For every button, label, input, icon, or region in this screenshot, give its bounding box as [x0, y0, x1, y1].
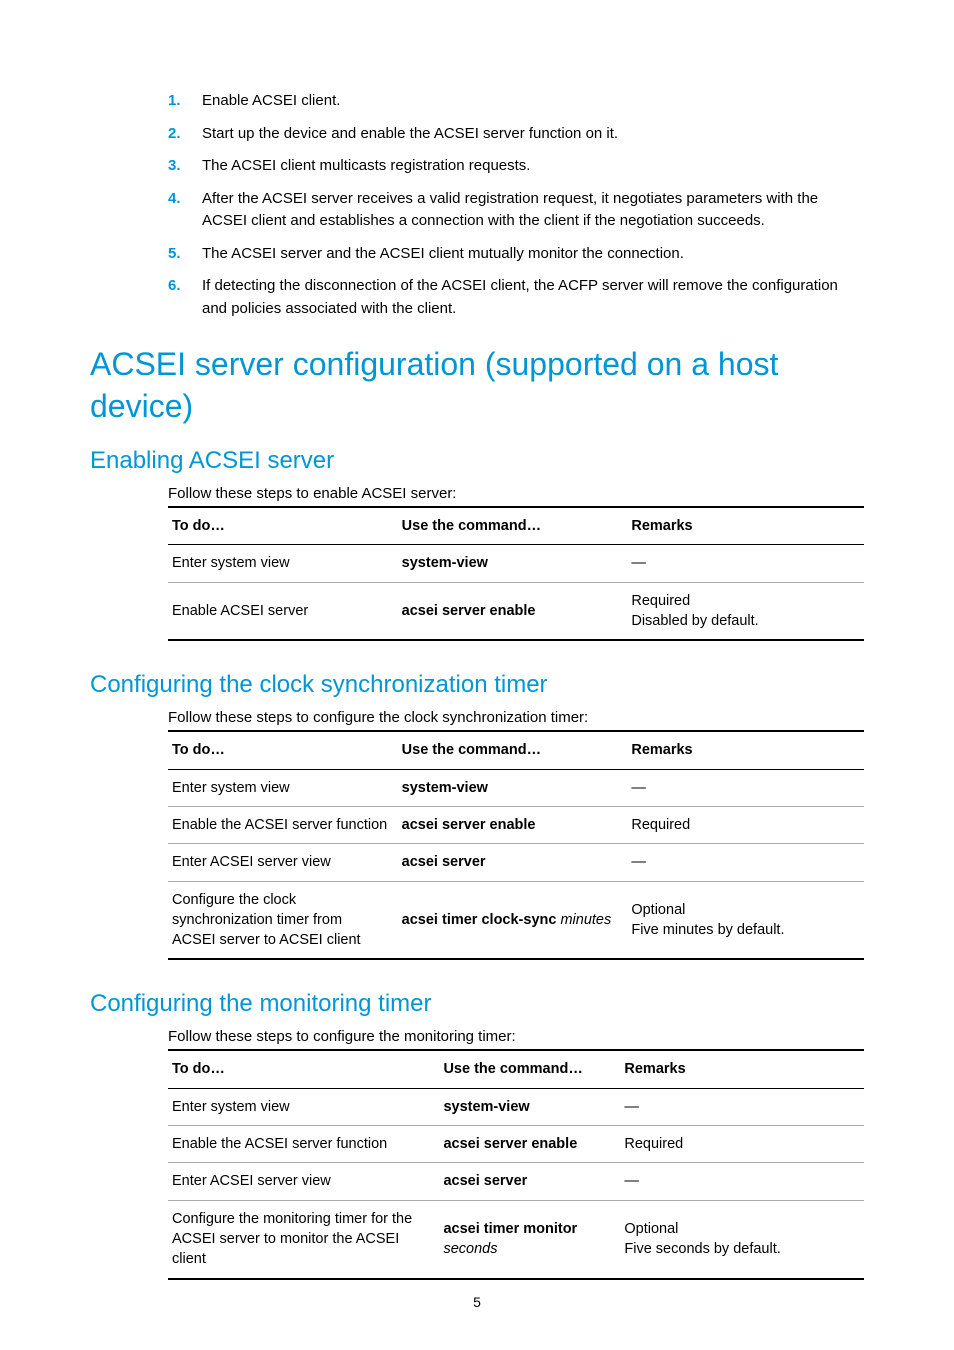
step-text: After the ACSEI server receives a valid …: [202, 190, 818, 230]
cell-remarks: —: [627, 545, 864, 582]
document-page: 1. Enable ACSEI client. 2. Start up the dev…: [0, 0, 954, 1350]
table-row: Configure the monitoring timer for the A…: [168, 1200, 864, 1278]
cell-command: acsei server: [439, 1163, 620, 1200]
table-header: Use the command…: [398, 507, 628, 545]
cell-command: acsei timer monitor seconds: [439, 1200, 620, 1278]
cell-remarks: Required: [627, 806, 864, 843]
heading-2: Enabling ACSEI server: [90, 447, 864, 475]
cell-todo: Enter system view: [168, 545, 398, 582]
cell-command: acsei server enable: [439, 1126, 620, 1163]
table-row: Enter ACSEI server viewacsei server—: [168, 1163, 864, 1200]
step-item: 4. After the ACSEI server receives a vali…: [168, 188, 864, 233]
step-text: The ACSEI client multicasts registration…: [202, 157, 530, 174]
table-header: To do…: [168, 731, 398, 769]
step-number: 3.: [168, 155, 181, 178]
table-header: Remarks: [627, 507, 864, 545]
table-row: Enter system viewsystem-view—: [168, 769, 864, 806]
cell-remarks: —: [620, 1163, 864, 1200]
cell-todo: Enable the ACSEI server function: [168, 806, 398, 843]
cell-remarks: OptionalFive minutes by default.: [627, 881, 864, 959]
table-header: Remarks: [620, 1050, 864, 1088]
cell-todo: Enable ACSEI server: [168, 582, 398, 640]
cell-todo: Enter ACSEI server view: [168, 844, 398, 881]
step-number: 2.: [168, 123, 181, 146]
cell-todo: Enter ACSEI server view: [168, 1163, 439, 1200]
step-item: 5. The ACSEI server and the ACSEI client …: [168, 243, 864, 266]
section-intro: Follow these steps to configure the moni…: [168, 1028, 864, 1045]
cell-remarks: RequiredDisabled by default.: [627, 582, 864, 640]
table-header: Use the command…: [398, 731, 628, 769]
table-header: Use the command…: [439, 1050, 620, 1088]
cell-todo: Enable the ACSEI server function: [168, 1126, 439, 1163]
table-row: Enable the ACSEI server functionacsei se…: [168, 1126, 864, 1163]
cell-todo: Enter system view: [168, 769, 398, 806]
heading-2: Configuring the monitoring timer: [90, 990, 864, 1018]
table-row: Enable ACSEI serveracsei server enableRe…: [168, 582, 864, 640]
step-number: 6.: [168, 275, 181, 298]
table-header: Remarks: [627, 731, 864, 769]
table-row: Enable the ACSEI server functionacsei se…: [168, 806, 864, 843]
cell-todo: Configure the monitoring timer for the A…: [168, 1200, 439, 1278]
step-text: Start up the device and enable the ACSEI…: [202, 125, 618, 142]
cell-command: acsei timer clock-sync minutes: [398, 881, 628, 959]
cell-command: system-view: [439, 1088, 620, 1125]
table-header: To do…: [168, 507, 398, 545]
heading-2: Configuring the clock synchronization ti…: [90, 671, 864, 699]
cell-command: system-view: [398, 545, 628, 582]
step-item: 3. The ACSEI client multicasts registrati…: [168, 155, 864, 178]
section-intro: Follow these steps to configure the cloc…: [168, 709, 864, 726]
cell-command: acsei server enable: [398, 806, 628, 843]
table-row: Configure the clock synchronization time…: [168, 881, 864, 959]
table-header: To do…: [168, 1050, 439, 1088]
table-row: Enter system viewsystem-view—: [168, 1088, 864, 1125]
step-text: If detecting the disconnection of the AC…: [202, 277, 838, 317]
step-number: 1.: [168, 90, 181, 113]
config-table: To do…Use the command…RemarksEnter syste…: [168, 1049, 864, 1279]
step-number: 5.: [168, 243, 181, 266]
cell-remarks: Required: [620, 1126, 864, 1163]
cell-command: system-view: [398, 769, 628, 806]
step-text: The ACSEI server and the ACSEI client mu…: [202, 245, 684, 262]
config-table: To do…Use the command…RemarksEnter syste…: [168, 506, 864, 641]
ordered-steps: 1. Enable ACSEI client. 2. Start up the dev…: [90, 90, 864, 320]
cell-command: acsei server enable: [398, 582, 628, 640]
step-item: 1. Enable ACSEI client.: [168, 90, 864, 113]
cell-todo: Configure the clock synchronization time…: [168, 881, 398, 959]
step-item: 6. If detecting the disconnection of the …: [168, 275, 864, 320]
heading-1: ACSEI server configuration (supported on…: [90, 344, 864, 427]
cell-remarks: OptionalFive seconds by default.: [620, 1200, 864, 1278]
cell-remarks: —: [627, 844, 864, 881]
table-row: Enter ACSEI server viewacsei server—: [168, 844, 864, 881]
step-text: Enable ACSEI client.: [202, 92, 340, 109]
section-intro: Follow these steps to enable ACSEI serve…: [168, 485, 864, 502]
table-row: Enter system viewsystem-view—: [168, 545, 864, 582]
step-item: 2. Start up the device and enable the ACS…: [168, 123, 864, 146]
cell-remarks: —: [620, 1088, 864, 1125]
cell-command: acsei server: [398, 844, 628, 881]
cell-remarks: —: [627, 769, 864, 806]
cell-todo: Enter system view: [168, 1088, 439, 1125]
config-table: To do…Use the command…RemarksEnter syste…: [168, 730, 864, 960]
step-number: 4.: [168, 188, 181, 211]
